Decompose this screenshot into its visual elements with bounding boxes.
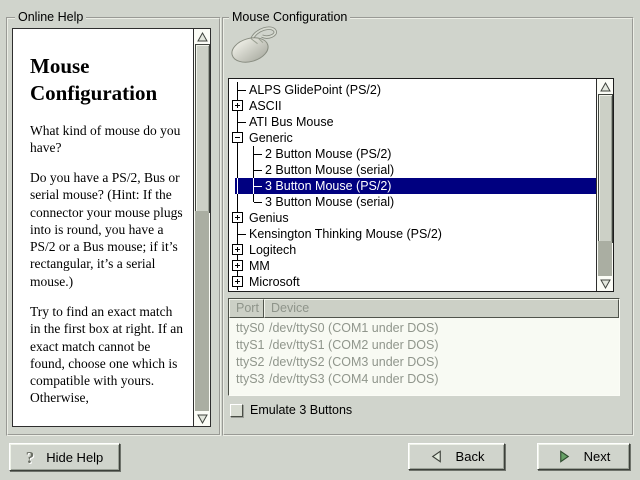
port-column-header: Port	[229, 299, 264, 318]
tree-item-label: ATI Bus Mouse	[249, 114, 334, 130]
tree-item-label: Generic	[249, 130, 293, 146]
tree-item-label: Kensington Thinking Mouse (PS/2)	[249, 226, 442, 242]
device-cell: /dev/ttyS0 (COM1 under DOS)	[269, 320, 619, 337]
mouse-tree-rows: ALPS GlidePoint (PS/2)ASCIIATI Bus Mouse…	[229, 79, 596, 291]
help-scrollbar[interactable]	[193, 29, 210, 426]
tree-item[interactable]: Generic	[229, 130, 596, 146]
help-paragraph: What kind of mouse do you have?	[30, 122, 183, 157]
tree-item[interactable]: ATI Bus Mouse	[229, 114, 596, 130]
expand-plus-icon[interactable]	[232, 244, 243, 255]
table-row[interactable]: ttyS3/dev/ttyS3 (COM4 under DOS)	[229, 371, 619, 388]
tree-item[interactable]: 3 Button Mouse (serial)	[229, 194, 596, 210]
tree-item-label: MM	[249, 258, 270, 274]
scroll-up-arrow-icon[interactable]	[194, 29, 210, 44]
port-cell: ttyS3	[229, 371, 269, 388]
port-table-body: ttyS0/dev/ttyS0 (COM1 under DOS)ttyS1/de…	[229, 320, 619, 388]
tree-item[interactable]: 2 Button Mouse (serial)	[229, 162, 596, 178]
question-mark-icon: ?	[26, 449, 35, 466]
scrollbar-thumb[interactable]	[598, 94, 613, 243]
tree-item[interactable]: MM	[229, 258, 596, 274]
help-text-panel: Mouse Configuration What kind of mouse d…	[12, 28, 211, 427]
tree-item-label: 2 Button Mouse (serial)	[265, 162, 394, 178]
scrollbar-track[interactable]	[195, 211, 209, 411]
online-help-frame-label: Online Help	[15, 10, 86, 24]
tree-item[interactable]: 3 Button Mouse (PS/2)	[229, 178, 596, 194]
device-column-header: Device	[264, 299, 619, 318]
tree-item-label: 3 Button Mouse (PS/2)	[265, 178, 391, 194]
scroll-down-arrow-icon[interactable]	[597, 276, 613, 291]
scrollbar-track[interactable]	[598, 241, 612, 276]
back-arrow-icon	[429, 449, 444, 464]
tree-item-label: 2 Button Mouse (PS/2)	[265, 146, 391, 162]
tree-item-label: Microsoft	[249, 274, 300, 290]
back-button[interactable]: Back	[408, 443, 505, 470]
expand-plus-icon[interactable]	[232, 260, 243, 271]
mouse-configuration-frame-label: Mouse Configuration	[229, 10, 350, 24]
scrollbar-thumb[interactable]	[195, 44, 210, 213]
expand-plus-icon[interactable]	[232, 212, 243, 223]
tree-item-label: ALPS GlidePoint (PS/2)	[249, 82, 381, 98]
device-cell: /dev/ttyS1 (COM2 under DOS)	[269, 337, 619, 354]
next-button[interactable]: Next	[537, 443, 630, 470]
tree-item[interactable]: ALPS GlidePoint (PS/2)	[229, 82, 596, 98]
tree-item[interactable]: Logitech	[229, 242, 596, 258]
expand-plus-icon[interactable]	[232, 276, 243, 287]
online-help-frame: Online Help Mouse Configuration What kin…	[6, 17, 221, 436]
device-cell: /dev/ttyS3 (COM4 under DOS)	[269, 371, 619, 388]
serial-port-table: Port Device ttyS0/dev/ttyS0 (COM1 under …	[228, 298, 620, 396]
tree-item[interactable]: ASCII	[229, 98, 596, 114]
help-title: Mouse Configuration	[30, 53, 183, 108]
tree-item-label: 3 Button Mouse (serial)	[265, 194, 394, 210]
mouse-configuration-frame: Mouse Configuration ALPS GlidePoint (PS/…	[222, 17, 634, 436]
tree-item-label: Logitech	[249, 242, 296, 258]
tree-item[interactable]: 2 Button Mouse (PS/2)	[229, 146, 596, 162]
mouse-type-tree: ALPS GlidePoint (PS/2)ASCIIATI Bus Mouse…	[228, 78, 614, 292]
hide-help-button-label: Hide Help	[46, 450, 103, 465]
hide-help-button[interactable]: ? Hide Help	[9, 443, 120, 471]
emulate-3-buttons-row[interactable]: Emulate 3 Buttons	[230, 402, 352, 418]
tree-item[interactable]: Microsoft	[229, 274, 596, 290]
port-cell: ttyS1	[229, 337, 269, 354]
emulate-3-buttons-label: Emulate 3 Buttons	[250, 403, 352, 417]
next-arrow-icon	[557, 449, 572, 464]
expand-plus-icon[interactable]	[232, 100, 243, 111]
tree-item[interactable]: Genius	[229, 210, 596, 226]
tree-item-label: ASCII	[249, 98, 282, 114]
emulate-3-buttons-checkbox[interactable]	[230, 404, 243, 417]
tree-scrollbar[interactable]	[596, 79, 613, 291]
table-row[interactable]: ttyS2/dev/ttyS2 (COM3 under DOS)	[229, 354, 619, 371]
mouse-configuration-window: Online Help Mouse Configuration What kin…	[0, 0, 640, 480]
port-cell: ttyS2	[229, 354, 269, 371]
back-button-label: Back	[456, 449, 485, 464]
table-row[interactable]: ttyS0/dev/ttyS0 (COM1 under DOS)	[229, 320, 619, 337]
table-row[interactable]: ttyS1/dev/ttyS1 (COM2 under DOS)	[229, 337, 619, 354]
mouse-icon	[228, 24, 280, 66]
scroll-up-arrow-icon[interactable]	[597, 79, 613, 94]
tree-item[interactable]: Kensington Thinking Mouse (PS/2)	[229, 226, 596, 242]
port-table-header: Port Device	[229, 299, 619, 318]
port-cell: ttyS0	[229, 320, 269, 337]
collapse-minus-icon[interactable]	[232, 132, 243, 143]
tree-item-label: Genius	[249, 210, 289, 226]
help-paragraph: Do you have a PS/2, Bus or serial mouse?…	[30, 169, 183, 290]
next-button-label: Next	[584, 449, 611, 464]
device-cell: /dev/ttyS2 (COM3 under DOS)	[269, 354, 619, 371]
help-paragraph: Try to find an exact match in the first …	[30, 303, 183, 407]
scroll-down-arrow-icon[interactable]	[194, 411, 210, 426]
help-text-content: Mouse Configuration What kind of mouse d…	[13, 29, 193, 426]
